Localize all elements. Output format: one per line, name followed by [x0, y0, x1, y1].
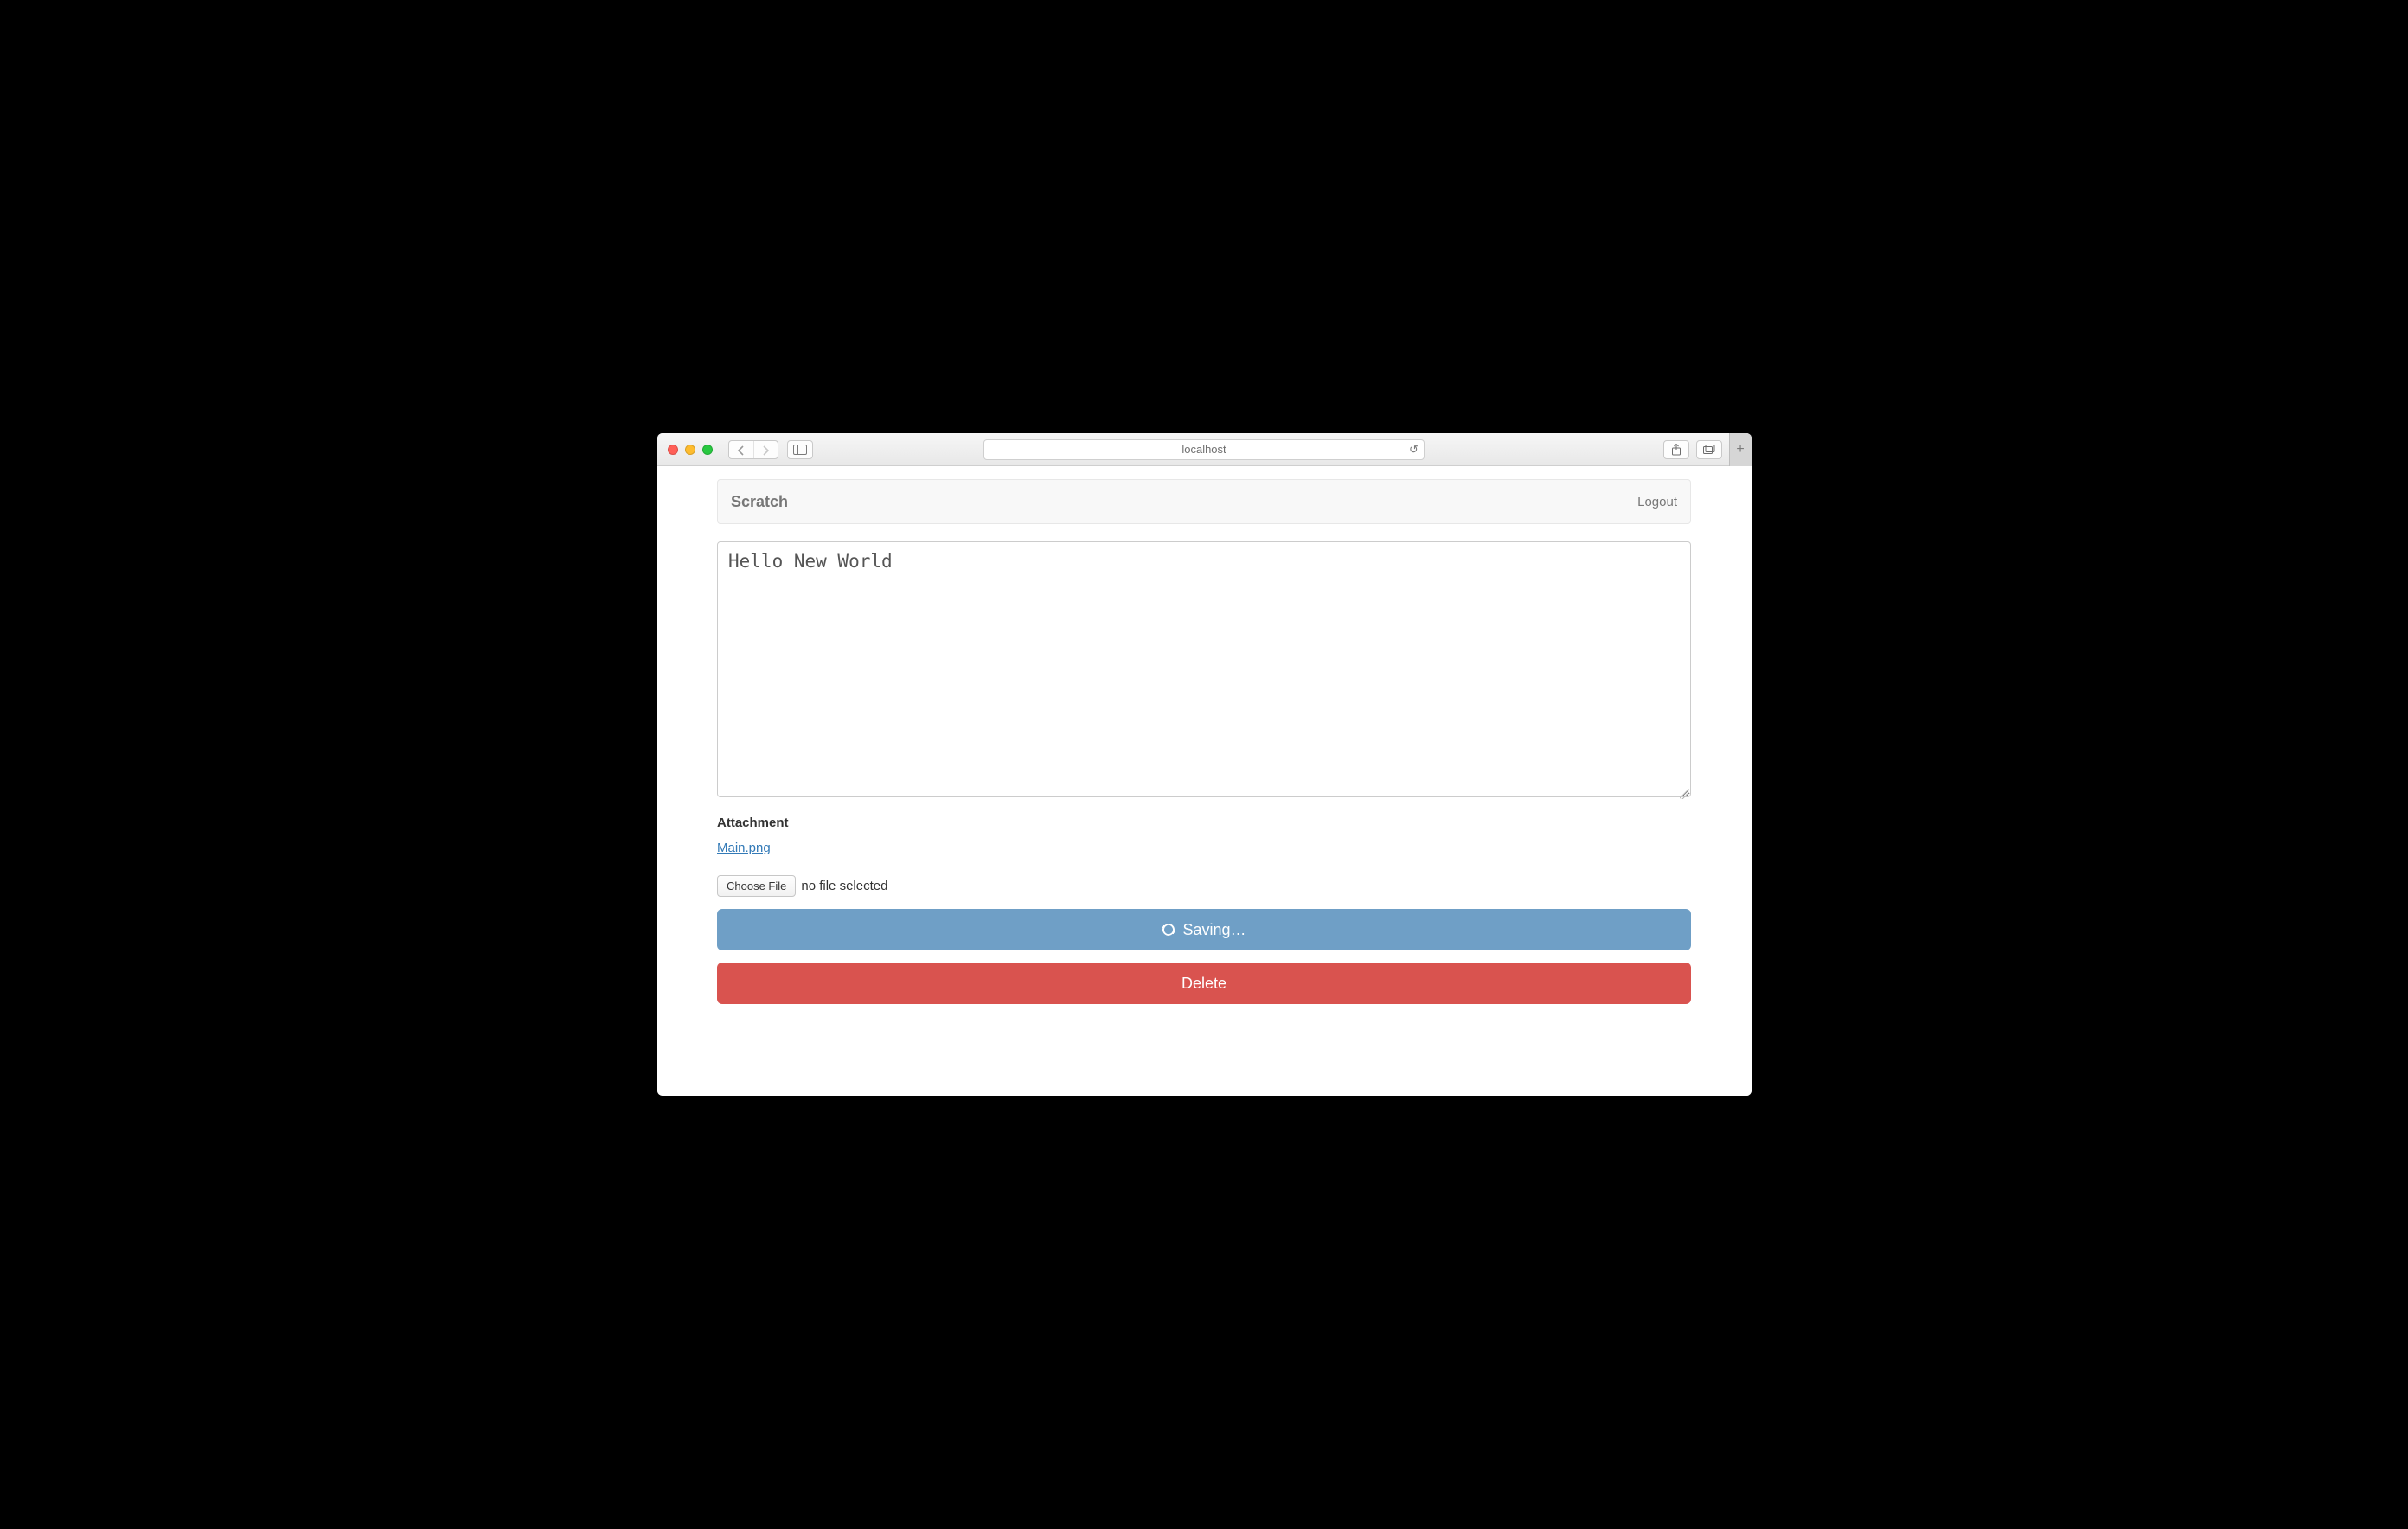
save-button[interactable]: Saving… [717, 909, 1691, 950]
forward-button[interactable] [753, 441, 778, 459]
browser-window: localhost ↻ [657, 433, 1752, 1096]
share-button[interactable] [1663, 440, 1689, 459]
address-bar[interactable]: localhost ↻ [983, 439, 1425, 460]
sidebar-icon [793, 445, 807, 455]
chevron-right-icon [761, 445, 770, 456]
nav-button-group [728, 440, 813, 459]
delete-button-label: Delete [1182, 975, 1226, 993]
file-selection-status: no file selected [801, 879, 887, 893]
spinner-icon [1162, 923, 1175, 937]
plus-icon: + [1736, 442, 1744, 457]
brand[interactable]: Scratch [731, 493, 788, 511]
share-icon [1671, 444, 1681, 456]
logout-link[interactable]: Logout [1637, 495, 1677, 509]
back-button[interactable] [729, 441, 753, 459]
close-window-button[interactable] [668, 445, 678, 455]
reload-button[interactable]: ↻ [1409, 443, 1419, 457]
chevron-left-icon [737, 445, 746, 456]
note-textarea[interactable] [717, 541, 1691, 797]
show-tabs-button[interactable] [1696, 440, 1722, 459]
delete-button[interactable]: Delete [717, 963, 1691, 1004]
page-content: Scratch Logout Attachment Main.png Choos… [657, 466, 1752, 1096]
minimize-window-button[interactable] [685, 445, 695, 455]
save-button-label: Saving… [1182, 921, 1246, 939]
app-navbar: Scratch Logout [717, 479, 1691, 524]
browser-titlebar: localhost ↻ [657, 433, 1752, 466]
attachment-link[interactable]: Main.png [717, 841, 771, 855]
tabs-icon [1703, 445, 1715, 455]
reload-icon: ↻ [1409, 443, 1419, 457]
zoom-window-button[interactable] [702, 445, 713, 455]
choose-file-button[interactable]: Choose File [717, 875, 796, 897]
address-text: localhost [1182, 443, 1226, 456]
window-controls [668, 445, 713, 455]
show-sidebar-button[interactable] [787, 440, 813, 459]
new-tab-button[interactable]: + [1729, 433, 1752, 466]
attachment-heading: Attachment [717, 816, 1691, 830]
